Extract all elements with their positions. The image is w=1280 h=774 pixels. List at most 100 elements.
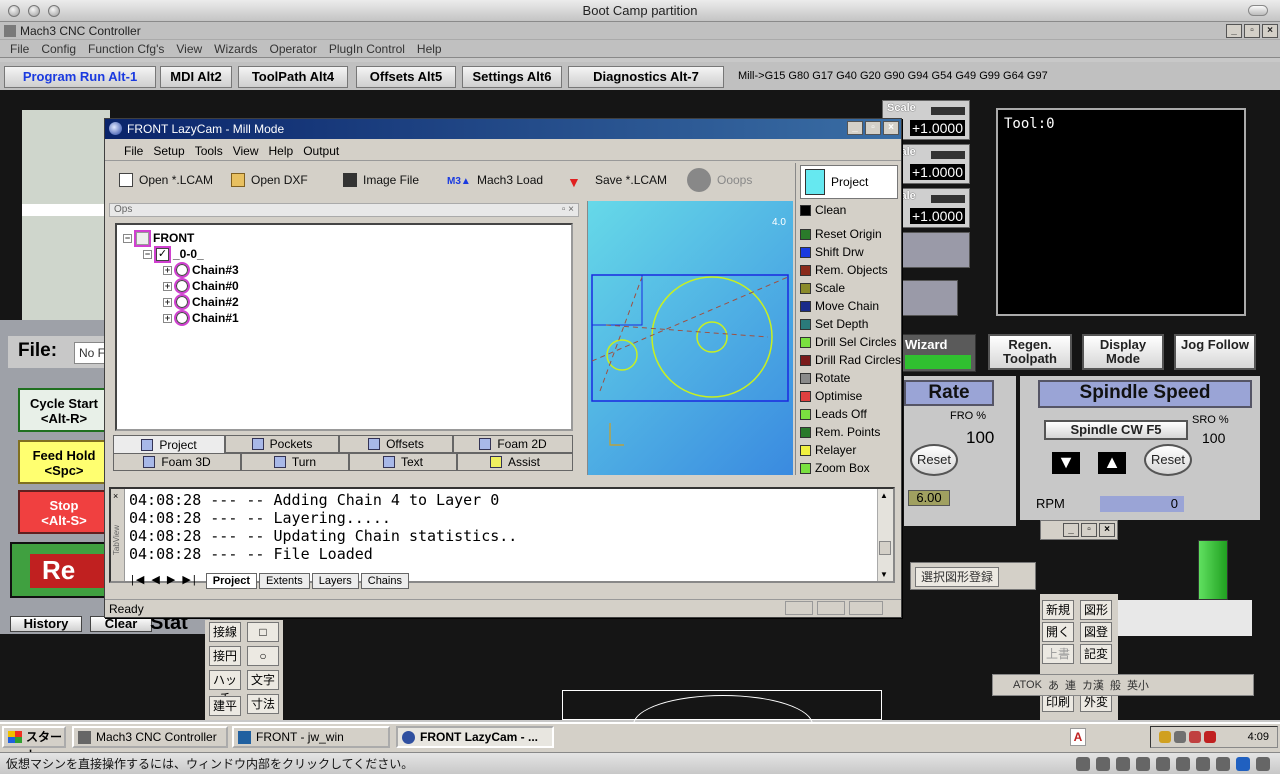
action-clean[interactable]: Clean xyxy=(800,201,846,219)
tree-node-chain[interactable]: + Chain#3 xyxy=(163,262,239,278)
action-optimise[interactable]: Optimise xyxy=(800,387,862,405)
action-rotate[interactable]: Rotate xyxy=(800,369,850,387)
log-nav-icon[interactable]: |◀ ◀ ▶ ▶| xyxy=(125,573,204,589)
reset-button[interactable]: Re xyxy=(10,542,112,598)
jw-close-button[interactable]: × xyxy=(1099,523,1115,537)
jw-register-shape-button[interactable]: 図登 xyxy=(1080,622,1112,642)
action-move-chain[interactable]: Move Chain xyxy=(800,297,879,315)
ops-close-icon[interactable]: ▫ × xyxy=(562,204,574,216)
clear-button[interactable]: Clear xyxy=(90,616,152,632)
tab-diagnostics[interactable]: Diagnostics Alt-7 xyxy=(568,66,724,88)
spindle-up-icon[interactable]: ▲ xyxy=(1098,452,1126,474)
action-zoom-box[interactable]: Zoom Box xyxy=(800,459,870,477)
tab-program-run[interactable]: Program Run Alt-1 xyxy=(4,66,156,88)
feed-hold-button[interactable]: Feed Hold <Spc> xyxy=(18,440,110,484)
action-scale[interactable]: Scale xyxy=(800,279,845,297)
panel-tab-turn[interactable]: Turn xyxy=(241,453,349,471)
minimize-button[interactable]: _ xyxy=(1226,24,1242,38)
jw-overwrite-button[interactable]: 上書 xyxy=(1042,644,1074,664)
lz-menu-help[interactable]: Help xyxy=(264,141,299,160)
lazycam-minimize-button[interactable]: _ xyxy=(847,121,863,135)
tree-node-layer[interactable]: − ✓ _0-0_ xyxy=(143,245,204,263)
jw-open-button[interactable]: 開く xyxy=(1042,622,1074,642)
menu-view[interactable]: View xyxy=(170,40,208,57)
ime-conversion[interactable]: 連 xyxy=(1065,677,1076,693)
action-rem-points[interactable]: Rem. Points xyxy=(800,423,880,441)
menu-plugin-control[interactable]: PlugIn Control xyxy=(323,40,411,57)
mach3-title-bar[interactable]: Mach3 CNC Controller _ ▫ × xyxy=(0,22,1280,40)
log-tab-extents[interactable]: Extents xyxy=(259,573,310,589)
ime-hiragana[interactable]: あ xyxy=(1048,677,1059,693)
action-reset-origin[interactable]: Reset Origin xyxy=(800,225,882,243)
tab-toolpath[interactable]: ToolPath Alt4 xyxy=(238,66,348,88)
lazycam-maximize-button[interactable]: ▫ xyxy=(865,121,881,135)
menu-file[interactable]: File xyxy=(4,40,35,57)
tab-settings[interactable]: Settings Alt6 xyxy=(462,66,562,88)
lz-menu-file[interactable]: File xyxy=(119,141,148,160)
image-file-button[interactable]: Image File xyxy=(343,171,419,189)
quick-launch-icons[interactable] xyxy=(1100,730,1140,746)
panel-tab-assist[interactable]: Assist xyxy=(457,453,573,471)
jw-tool-tangent[interactable]: 接線 xyxy=(209,622,241,642)
task-lazycam[interactable]: FRONT LazyCam - ... xyxy=(396,726,554,748)
action-rem-objects[interactable]: Rem. Objects xyxy=(800,261,888,279)
tree-node-chain[interactable]: + Chain#1 xyxy=(163,310,239,326)
sro-reset-button[interactable]: Reset xyxy=(1144,444,1192,476)
mach3-load-button[interactable]: M3▲ Mach3 Load xyxy=(447,171,543,189)
action-drill-sel-circles[interactable]: Drill Sel Circles xyxy=(800,333,896,351)
jw-tool-rect[interactable]: □ xyxy=(247,622,279,642)
lz-menu-setup[interactable]: Setup xyxy=(148,141,189,160)
menu-wizards[interactable]: Wizards xyxy=(208,40,263,57)
soft-limits-button[interactable] xyxy=(900,280,958,316)
display-mode-button[interactable]: Display Mode xyxy=(1082,334,1164,370)
tab-offsets[interactable]: Offsets Alt5 xyxy=(356,66,456,88)
register-selection-button[interactable]: 選択図形登録 xyxy=(915,567,999,587)
panel-tab-text[interactable]: Text xyxy=(349,453,457,471)
minimize-dot-icon[interactable] xyxy=(28,5,40,17)
ooops-button[interactable]: Ooops xyxy=(687,168,752,192)
acrobat-icon[interactable]: A xyxy=(1070,728,1086,746)
panel-tab-foam2d[interactable]: Foam 2D xyxy=(453,435,573,453)
tab-mdi[interactable]: MDI Alt2 xyxy=(160,66,232,88)
lazycam-title-bar[interactable]: FRONT LazyCam - Mill Mode _ ▫ × xyxy=(105,119,901,139)
jw-tool-dimension[interactable]: 寸法 xyxy=(247,694,279,714)
panel-tab-foam3d[interactable]: Foam 3D xyxy=(113,453,241,471)
tree-node-chain[interactable]: + Chain#0 xyxy=(163,278,239,294)
menu-config[interactable]: Config xyxy=(35,40,82,57)
wizard-button-box[interactable]: Wizard xyxy=(900,334,976,372)
mac-window-title-bar[interactable]: Boot Camp partition xyxy=(0,0,1280,22)
tree-node-chain[interactable]: + Chain#2 xyxy=(163,294,239,310)
spindle-cw-button[interactable]: Spindle CW F5 xyxy=(1044,420,1188,440)
ime-eng-small[interactable]: 英小 xyxy=(1127,677,1149,693)
menu-help[interactable]: Help xyxy=(411,40,448,57)
vm-device-icons[interactable] xyxy=(1076,757,1270,771)
cycle-start-button[interactable]: Cycle Start <Alt-R> xyxy=(18,388,110,432)
action-set-depth[interactable]: Set Depth xyxy=(800,315,868,333)
action-relayer[interactable]: Relayer xyxy=(800,441,856,459)
ime-general[interactable]: 般 xyxy=(1110,677,1121,693)
drawing-canvas[interactable]: 4.0 xyxy=(587,201,793,475)
task-jw-win[interactable]: FRONT - jw_win xyxy=(232,726,390,748)
panel-tab-offsets[interactable]: Offsets xyxy=(339,435,453,453)
toolbar-toggle-icon[interactable] xyxy=(1248,5,1268,16)
lz-menu-tools[interactable]: Tools xyxy=(190,141,228,160)
layer-checkbox[interactable]: ✓ xyxy=(154,245,171,263)
jw-drawing-area[interactable] xyxy=(562,690,882,755)
lz-menu-view[interactable]: View xyxy=(228,141,264,160)
open-lcam-button[interactable]: Open *.LCAM xyxy=(119,171,213,189)
tree-node-root[interactable]: − FRONT xyxy=(123,229,194,247)
jw-tool-circle[interactable]: ○ xyxy=(247,646,279,666)
log-tab-layers[interactable]: Layers xyxy=(311,573,359,589)
zoom-dot-icon[interactable] xyxy=(48,5,60,17)
action-leads-off[interactable]: Leads Off xyxy=(800,405,867,423)
radius-correct-button[interactable] xyxy=(900,232,970,268)
open-dxf-button[interactable]: Open DXF xyxy=(231,171,308,189)
jw-tool-hatch[interactable]: ハッチ xyxy=(209,670,241,705)
maximize-button[interactable]: ▫ xyxy=(1244,24,1260,38)
task-mach3[interactable]: Mach3 CNC Controller xyxy=(72,726,228,748)
action-shift-drw[interactable]: Shift Drw xyxy=(800,243,864,261)
history-button[interactable]: History xyxy=(10,616,82,632)
tray-icons[interactable] xyxy=(1159,731,1216,743)
panel-tab-project[interactable]: Project xyxy=(113,435,225,453)
jw-minimize-button[interactable]: _ xyxy=(1063,523,1079,537)
